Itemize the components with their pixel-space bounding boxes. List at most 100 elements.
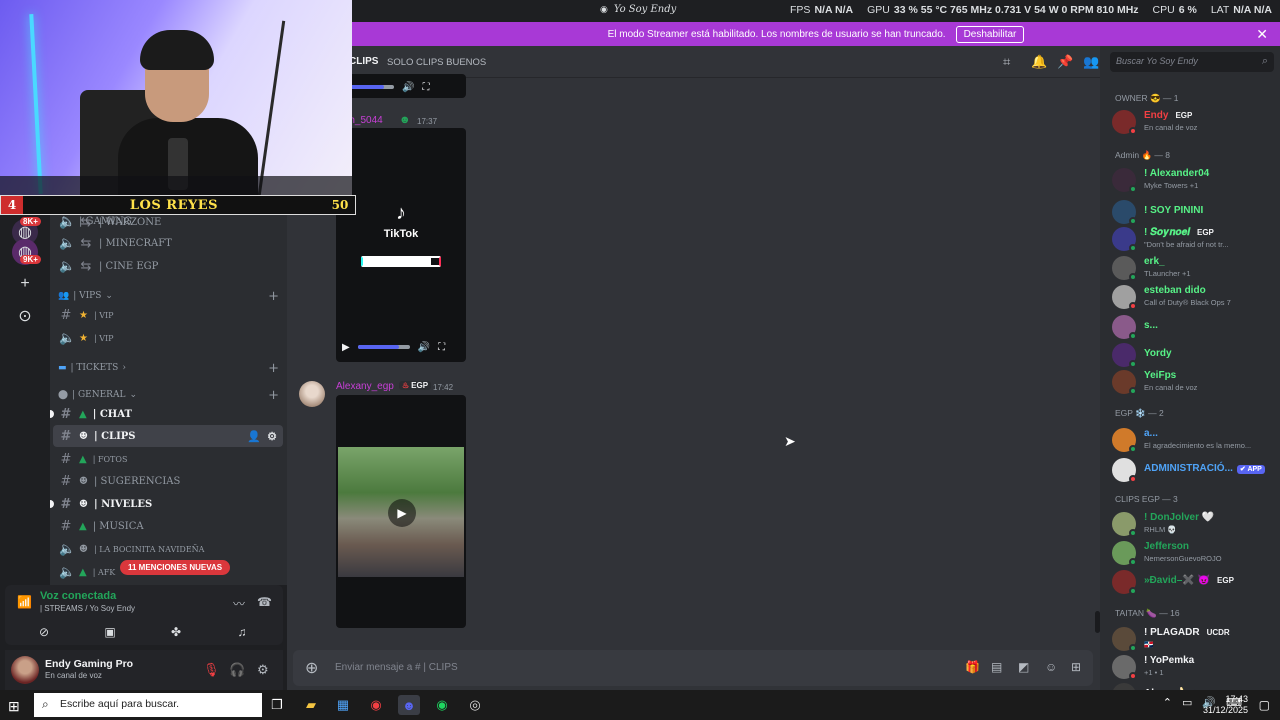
channel-niveles[interactable]: # ☻ | NIVELES: [50, 493, 283, 515]
message-input[interactable]: Enviar mensaje a # | CLIPS: [335, 662, 458, 673]
volume-icon[interactable]: 🔊: [418, 342, 430, 353]
threads-icon[interactable]: ⌗: [1003, 54, 1010, 70]
channel-bocinita[interactable]: 🔈 ☻ | LA BOCINITA NAVIDEÑA: [53, 538, 283, 560]
tiktok-video-embed[interactable]: ♪ TikTok ▶ 🔊 ⛶: [336, 128, 466, 362]
member-item[interactable]: ! SOY PININI: [1112, 198, 1276, 226]
add-channel-icon[interactable]: +: [268, 361, 279, 376]
voice-channel[interactable]: | STREAMS / Yo Soy Endy: [40, 604, 135, 613]
member-item[interactable]: Yordy: [1112, 341, 1276, 369]
channel-vip[interactable]: 🔈 ★ | VIP: [53, 327, 283, 349]
channel-cine-egp[interactable]: 🔈 ⇆ | CINE EGP: [53, 255, 283, 277]
members-icon[interactable]: 👥: [1083, 54, 1099, 70]
video-off-button[interactable]: ⊘: [19, 623, 69, 641]
play-icon[interactable]: ▶: [388, 499, 416, 527]
chrome-icon[interactable]: ◉: [365, 695, 387, 715]
add-channel-icon[interactable]: +: [268, 388, 279, 403]
close-icon[interactable]: ✕: [1256, 26, 1268, 43]
task-view-icon[interactable]: ❐: [266, 695, 288, 715]
member-item[interactable]: YeiFps En canal de voz: [1112, 368, 1276, 396]
discord-icon[interactable]: ☻: [398, 695, 420, 715]
pin-icon[interactable]: 📌: [1057, 54, 1073, 70]
category-general[interactable]: ⬤ | GENERAL ⌄ +: [58, 386, 283, 404]
video-embed[interactable]: ▶: [336, 395, 466, 628]
windows-start-icon[interactable]: ⊞: [8, 698, 20, 715]
add-channel-icon[interactable]: +: [268, 289, 279, 304]
member-name: ADMINISTRACIÓ... ✔ APP: [1144, 463, 1265, 474]
voice-status[interactable]: Voz conectada: [40, 590, 116, 602]
notification-icon[interactable]: ▢: [1259, 698, 1270, 712]
channel-chat[interactable]: # ▲ | CHAT: [50, 403, 283, 425]
member-item[interactable]: ! 𝑺𝒐𝒚𝒏𝒐𝒆𝒍 EGP "Don't be afraid of not tr..…: [1112, 225, 1276, 253]
chevron-up-icon[interactable]: ⌃: [1163, 696, 1172, 709]
member-status: En canal de voz: [1144, 383, 1198, 392]
volume-slider[interactable]: [357, 345, 410, 349]
member-item[interactable]: ADMINISTRACIÓ... ✔ APP: [1112, 456, 1276, 484]
obs-icon[interactable]: ◎: [464, 695, 486, 715]
disable-streamer-button[interactable]: Deshabilitar: [955, 25, 1025, 43]
channel-warzone[interactable]: 🔈 ⇆ | WARZONE: [53, 215, 283, 233]
mute-icon[interactable]: 🎙: [203, 662, 220, 678]
member-item[interactable]: ! DonJolver 🤍 RHLM 💀: [1112, 510, 1276, 538]
member-item[interactable]: Jefferson NemersonGuevoROJO: [1112, 539, 1276, 567]
gift-icon[interactable]: 🎁: [965, 660, 980, 674]
taskbar-search[interactable]: ⌕ Escribe aquí para buscar.: [34, 693, 262, 717]
explore-icon[interactable]: ⊙: [12, 303, 38, 329]
channel-vip[interactable]: # ★ | VIP: [53, 304, 283, 326]
deafen-icon[interactable]: 🎧: [229, 662, 245, 678]
channel-fotos[interactable]: # ▲ | FOTOS: [53, 448, 283, 470]
message-author[interactable]: Alexany_egp: [336, 381, 394, 392]
add-attachment-icon[interactable]: ⊕: [305, 658, 318, 678]
gif-icon[interactable]: ▤: [991, 660, 1002, 674]
avatar[interactable]: [11, 656, 39, 684]
play-icon[interactable]: ▶: [342, 342, 350, 353]
clock[interactable]: 17:43 31/12/2025: [1203, 694, 1248, 716]
channel-sugerencias[interactable]: # ☻ | SUGERENCIAS: [53, 470, 283, 492]
message-composer[interactable]: ⊕ Enviar mensaje a # | CLIPS 🎁 ▤ ◩ ☺ ⊞: [293, 650, 1093, 686]
gear-icon[interactable]: ⚙: [267, 430, 277, 443]
search-input[interactable]: Buscar Yo Soy Endy ⌕: [1110, 52, 1274, 72]
fullscreen-icon[interactable]: ⛶: [438, 342, 445, 353]
soundboard-button[interactable]: ♫: [217, 623, 267, 641]
group-header: EGP ❄️ — 2: [1115, 408, 1164, 418]
activities-button[interactable]: ✤: [151, 623, 201, 641]
member-item[interactable]: esteban dido Call of Duty® Black Ops 7: [1112, 283, 1276, 311]
unread-indicator: [50, 500, 54, 508]
apps-icon[interactable]: ⊞: [1071, 660, 1081, 674]
user-name[interactable]: Endy Gaming Pro: [45, 658, 133, 670]
channel-musica[interactable]: # ▲ | MUSICA: [53, 515, 283, 537]
avatar[interactable]: [299, 381, 325, 407]
member-item[interactable]: ! PLAGADR UCDR 🇩🇴: [1112, 625, 1276, 653]
new-mentions-pill[interactable]: 11 MENCIONES NUEVAS: [120, 560, 231, 575]
video-embed[interactable]: 🔊 ⛶: [336, 74, 466, 98]
noise-suppression-icon[interactable]: 〰: [233, 595, 245, 612]
gear-icon[interactable]: ⚙: [257, 662, 269, 678]
file-explorer-icon[interactable]: ▰: [300, 695, 322, 715]
disconnect-icon[interactable]: ☎: [257, 595, 272, 609]
member-item[interactable]: ! Alexander04 Myke Towers +1: [1112, 166, 1276, 194]
screen-share-button[interactable]: ▣: [85, 623, 135, 641]
member-item[interactable]: s...: [1112, 313, 1276, 341]
presence-indicator: [1129, 387, 1137, 395]
spotify-icon[interactable]: ◉: [431, 695, 453, 715]
member-item[interactable]: »Đavid–✖️ 😈 EGP: [1112, 568, 1276, 596]
add-member-icon[interactable]: 👤: [247, 430, 261, 443]
store-icon[interactable]: ▦: [332, 695, 354, 715]
webcam-overlay: [0, 0, 352, 196]
channel-minecraft[interactable]: 🔈 ⇆ | MINECRAFT: [53, 232, 283, 254]
channel-clips[interactable]: # ☻ | CLIPS 👤 ⚙: [53, 425, 283, 447]
category-vips[interactable]: 👥 | VIPS ⌄ +: [58, 287, 283, 305]
member-item[interactable]: erk_ TLauncher +1: [1112, 254, 1276, 282]
sticker-icon[interactable]: ◩: [1018, 660, 1029, 674]
add-server-icon[interactable]: +: [12, 271, 38, 297]
emoji-icon[interactable]: ☺: [1045, 660, 1057, 674]
team-score-bar: 4 LOS REYES 50: [0, 195, 356, 215]
fullscreen-icon[interactable]: ⛶: [422, 82, 429, 93]
member-item[interactable]: Endy EGP En canal de voz: [1112, 108, 1276, 136]
member-item[interactable]: ! YoPemka +1 • 1: [1112, 653, 1276, 681]
member-item[interactable]: a... El agradecimiento es la memo...: [1112, 426, 1276, 454]
network-icon[interactable]: ▭: [1182, 696, 1192, 709]
bell-icon[interactable]: 🔔: [1031, 54, 1047, 70]
tiktok-label: TikTok: [383, 228, 419, 240]
volume-icon[interactable]: 🔊: [402, 82, 414, 93]
category-tickets[interactable]: ▬ | TICKETS › +: [58, 359, 283, 377]
